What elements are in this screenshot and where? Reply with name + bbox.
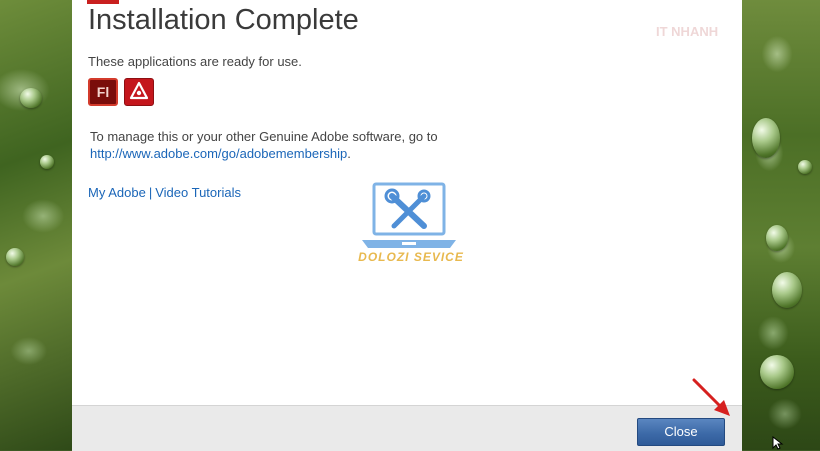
flash-icon-label: Fl bbox=[96, 84, 110, 100]
membership-line: http://www.adobe.com/go/adobemembership. bbox=[90, 145, 438, 162]
my-adobe-link[interactable]: My Adobe bbox=[88, 185, 146, 200]
water-drop bbox=[766, 225, 788, 251]
desktop-wallpaper-left bbox=[0, 0, 72, 450]
water-drop bbox=[6, 248, 24, 266]
watermark-text: DOLOZI SEVICE bbox=[358, 250, 464, 264]
flash-app-icon: Fl bbox=[88, 78, 118, 106]
video-tutorials-link[interactable]: Video Tutorials bbox=[155, 185, 241, 200]
acrobat-app-icon bbox=[124, 78, 154, 106]
dialog-footer: Close bbox=[72, 405, 742, 451]
manage-software-text: To manage this or your other Genuine Ado… bbox=[90, 128, 438, 162]
desktop-wallpaper-right bbox=[742, 0, 820, 450]
link-separator: | bbox=[148, 185, 153, 200]
water-drop bbox=[752, 118, 780, 158]
installed-apps: Fl bbox=[88, 78, 154, 106]
mouse-cursor-icon bbox=[772, 436, 784, 450]
water-drop bbox=[20, 88, 42, 108]
adobe-membership-link[interactable]: http://www.adobe.com/go/adobemembership bbox=[90, 146, 347, 161]
close-button[interactable]: Close bbox=[637, 418, 725, 446]
water-drop bbox=[798, 160, 812, 174]
annotation-arrow-icon bbox=[692, 378, 730, 416]
page-title: Installation Complete bbox=[88, 4, 359, 36]
help-links: My Adobe | Video Tutorials bbox=[88, 185, 241, 200]
corner-watermark-text: IT NHANH bbox=[656, 24, 719, 39]
installer-dialog: Installation Complete These applications… bbox=[72, 0, 742, 451]
membership-period: . bbox=[347, 146, 351, 161]
water-drop bbox=[40, 155, 54, 169]
water-drop bbox=[772, 272, 802, 308]
status-message: These applications are ready for use. bbox=[88, 54, 302, 69]
acrobat-icon bbox=[129, 81, 149, 100]
manage-text: To manage this or your other Genuine Ado… bbox=[90, 129, 438, 144]
water-drop bbox=[760, 355, 794, 389]
